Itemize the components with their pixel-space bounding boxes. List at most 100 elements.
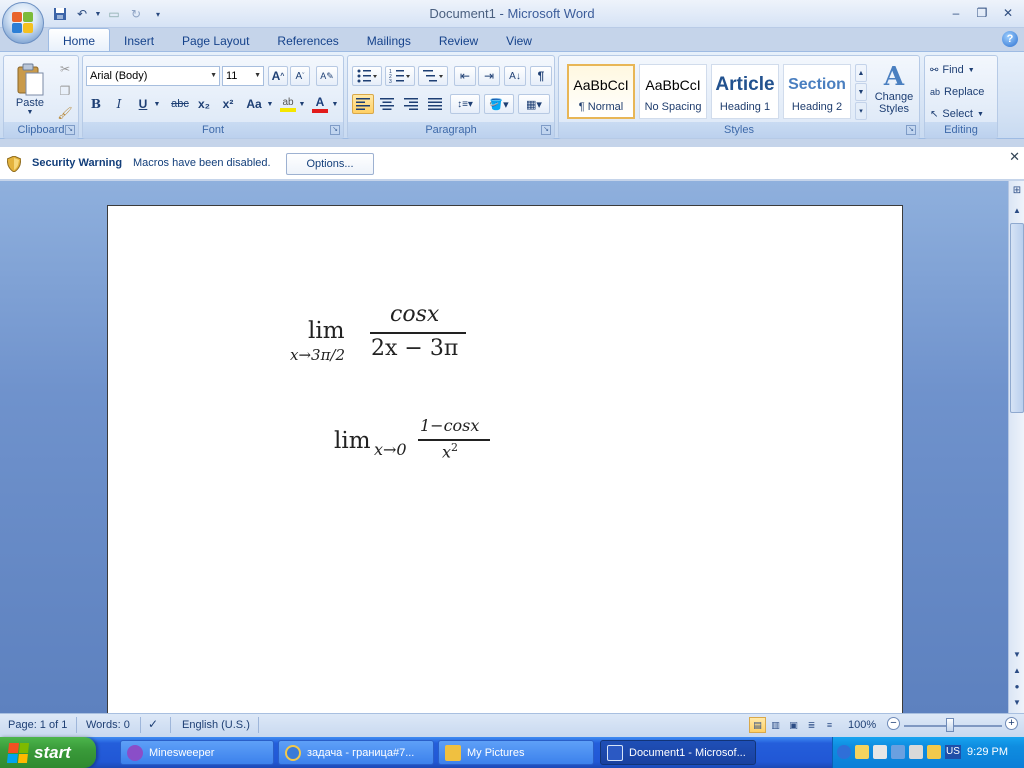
tray-clock[interactable]: 9:29 PM — [967, 746, 1008, 758]
bold-button[interactable]: B — [86, 94, 106, 114]
grow-font-button[interactable]: A ^ — [268, 66, 288, 86]
zoom-out-button[interactable]: − — [887, 717, 900, 730]
align-right-button[interactable] — [400, 94, 422, 114]
clear-formatting-button[interactable]: A✎ — [316, 66, 338, 86]
highlight-dropdown-icon[interactable]: ▼ — [298, 94, 306, 114]
style-no-spacing[interactable]: AaBbCcI No Spacing — [639, 64, 707, 119]
format-painter-icon[interactable]: 🖌 — [56, 103, 74, 123]
proofing-icon[interactable]: ✓ — [148, 717, 158, 731]
zoom-level[interactable]: 100% — [848, 719, 876, 731]
paste-button[interactable]: Paste ▼ — [8, 58, 52, 120]
font-size-combo[interactable]: 11 ▼ — [222, 66, 264, 86]
taskbar-item-minesweeper[interactable]: Minesweeper — [120, 740, 274, 765]
increase-indent-button[interactable]: ⇥ — [478, 66, 500, 86]
tray-language-indicator[interactable]: US — [945, 745, 961, 759]
start-button[interactable]: start — [0, 737, 96, 768]
underline-dropdown-icon[interactable]: ▼ — [153, 94, 161, 114]
scroll-up-icon[interactable]: ▲ — [1010, 203, 1024, 217]
zoom-slider-thumb[interactable] — [946, 718, 954, 732]
justify-button[interactable] — [424, 94, 446, 114]
strikethrough-button[interactable]: abc — [167, 94, 193, 114]
tab-references[interactable]: References — [263, 30, 352, 52]
select-browse-object-icon[interactable]: ● — [1010, 679, 1024, 693]
word-count[interactable]: Words: 0 — [86, 719, 130, 731]
outline-view-icon[interactable]: ≣ — [803, 717, 820, 733]
tab-page-layout[interactable]: Page Layout — [168, 30, 263, 52]
font-color-dropdown-icon[interactable]: ▼ — [331, 94, 339, 114]
change-case-dropdown-icon[interactable]: ▼ — [266, 94, 274, 114]
styles-scroll-down-icon[interactable]: ▼ — [855, 83, 867, 101]
language-indicator[interactable]: English (U.S.) — [182, 719, 250, 731]
subscript-button[interactable]: x₂ — [193, 94, 215, 114]
print-layout-view-icon[interactable]: ▤ — [749, 717, 766, 733]
bullets-button[interactable] — [352, 66, 382, 86]
styles-more-icon[interactable]: ▾ — [855, 102, 867, 120]
vertical-scrollbar[interactable]: ⊞ ▲ ▼ ▲ ● ▼ — [1008, 181, 1024, 713]
security-close-icon[interactable]: ✕ — [1009, 149, 1020, 165]
tab-home[interactable]: Home — [48, 28, 111, 52]
multilevel-list-button[interactable] — [418, 66, 448, 86]
document-page[interactable]: lim x→3π/2 cosx 2x − 3π lim x→0 1−cosx x… — [107, 205, 903, 713]
previous-page-icon[interactable]: ▲ — [1010, 663, 1024, 677]
paragraph-launcher-icon[interactable]: ↘ — [541, 125, 551, 135]
tab-view[interactable]: View — [492, 30, 546, 52]
web-layout-view-icon[interactable]: ▣ — [785, 717, 802, 733]
taskbar-item-my-pictures[interactable]: My Pictures — [438, 740, 594, 765]
style-heading-1[interactable]: Article Heading 1 — [711, 64, 779, 119]
zoom-in-button[interactable]: + — [1005, 717, 1018, 730]
align-left-button[interactable] — [352, 94, 374, 114]
options-button[interactable]: Options... — [286, 153, 374, 175]
clipboard-launcher-icon[interactable]: ↘ — [65, 125, 75, 135]
superscript-button[interactable]: x² — [217, 94, 239, 114]
help-icon[interactable]: ? — [1002, 31, 1018, 47]
scroll-thumb[interactable] — [1010, 223, 1024, 413]
styles-launcher-icon[interactable]: ↘ — [906, 125, 916, 135]
change-case-button[interactable]: Aa — [241, 94, 267, 114]
borders-button[interactable]: ▦▾ — [518, 94, 550, 114]
restore-button[interactable]: ❐ — [970, 4, 994, 22]
decrease-indent-button[interactable]: ⇤ — [454, 66, 476, 86]
tray-expand-icon[interactable] — [837, 745, 851, 759]
font-name-combo[interactable]: Arial (Body) ▼ — [86, 66, 220, 86]
tray-network-icon[interactable] — [909, 745, 923, 759]
style-normal[interactable]: AaBbCcI ¶ Normal — [567, 64, 635, 119]
taskbar-item-word[interactable]: Document1 - Microsof... — [600, 740, 756, 765]
styles-scroll-up-icon[interactable]: ▲ — [855, 64, 867, 82]
tab-mailings[interactable]: Mailings — [353, 30, 425, 52]
close-button[interactable]: ✕ — [996, 4, 1020, 22]
font-color-button[interactable]: A — [309, 94, 331, 114]
next-page-icon[interactable]: ▼ — [1010, 695, 1024, 709]
tab-insert[interactable]: Insert — [110, 30, 168, 52]
sort-button[interactable]: A↓ — [504, 66, 526, 86]
shrink-font-button[interactable]: Aˇ — [290, 66, 310, 86]
tab-review[interactable]: Review — [425, 30, 492, 52]
taskbar-item-browser[interactable]: задача - граница#7... — [278, 740, 434, 765]
change-styles-button[interactable]: A Change Styles — [871, 58, 917, 120]
tray-hand-icon[interactable] — [855, 745, 869, 759]
line-spacing-button[interactable]: ↕≡▾ — [450, 94, 480, 114]
font-launcher-icon[interactable]: ↘ — [330, 125, 340, 135]
find-button[interactable]: ⚯ Find ▼ — [929, 60, 993, 80]
cut-icon[interactable]: ✂ — [56, 59, 74, 79]
minimize-button[interactable]: – — [944, 4, 968, 22]
ruler-toggle-icon[interactable]: ⊞ — [1010, 183, 1024, 197]
page-count[interactable]: Page: 1 of 1 — [8, 719, 67, 731]
show-formatting-button[interactable]: ¶ — [530, 66, 552, 86]
copy-icon[interactable]: ❐ — [56, 81, 74, 101]
numbering-button[interactable]: 123 — [385, 66, 415, 86]
underline-button[interactable]: U — [133, 94, 153, 114]
tray-antivirus-icon[interactable] — [873, 745, 887, 759]
draft-view-icon[interactable]: ≡ — [821, 717, 838, 733]
select-button[interactable]: ↖ Select ▼ — [929, 104, 993, 124]
full-screen-reading-view-icon[interactable]: ▥ — [767, 717, 784, 733]
shading-button[interactable]: 🪣▾ — [484, 94, 514, 114]
italic-button[interactable]: I — [109, 94, 129, 114]
highlight-button[interactable]: ab — [276, 94, 300, 114]
style-heading-2[interactable]: Section Heading 2 — [783, 64, 851, 119]
office-button[interactable] — [2, 2, 44, 44]
tray-volume-icon[interactable] — [927, 745, 941, 759]
scroll-down-icon[interactable]: ▼ — [1010, 647, 1024, 661]
center-button[interactable] — [376, 94, 398, 114]
tray-shield-icon[interactable] — [891, 745, 905, 759]
replace-button[interactable]: ab Replace — [929, 82, 993, 102]
